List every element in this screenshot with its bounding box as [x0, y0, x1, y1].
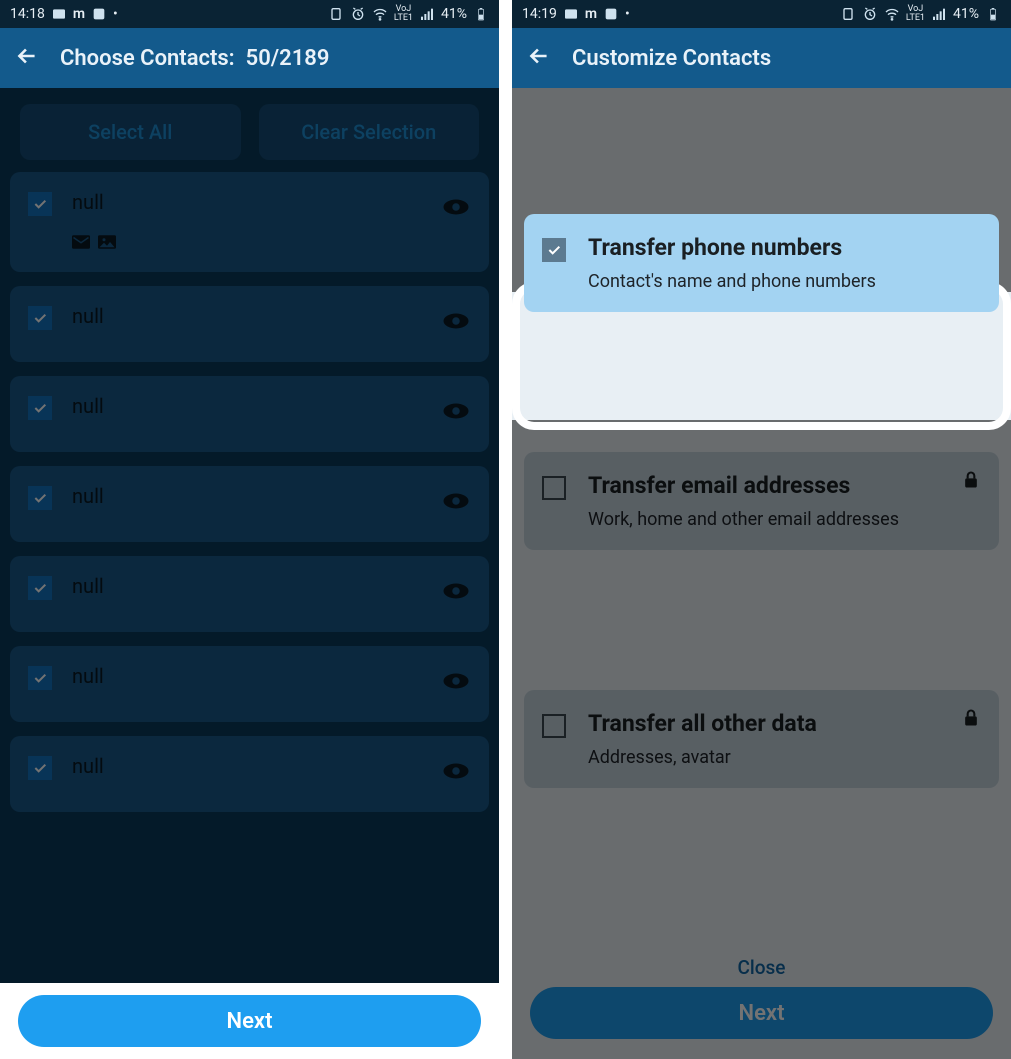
- main-body: Select All Clear Selection null null null n…: [0, 88, 499, 983]
- battery-icon: [985, 6, 1001, 22]
- checkbox[interactable]: [28, 666, 52, 690]
- lock-icon: [961, 708, 981, 732]
- contact-name: null: [72, 484, 104, 508]
- right-phone: 14:19 m • VoJLTE1 41% Customize Contacts…: [512, 0, 1011, 1059]
- contact-name: null: [72, 574, 104, 598]
- app-badge-icon: [91, 6, 107, 22]
- checkbox[interactable]: [28, 192, 52, 216]
- contact-card[interactable]: null: [10, 172, 489, 272]
- option-title: Transfer email addresses: [588, 472, 981, 499]
- checkbox[interactable]: [542, 476, 566, 500]
- option-card[interactable]: Transfer email addresses Work, home and o…: [524, 452, 999, 550]
- dot-indicator: •: [113, 6, 118, 22]
- checkbox[interactable]: [28, 756, 52, 780]
- next-button[interactable]: Next: [530, 987, 993, 1039]
- contact-card[interactable]: null: [10, 466, 489, 542]
- eye-icon[interactable]: [441, 576, 471, 596]
- checkbox[interactable]: [542, 238, 566, 262]
- app-bar: Customize Contacts: [512, 28, 1011, 88]
- eye-icon[interactable]: [441, 756, 471, 776]
- checkbox[interactable]: [28, 306, 52, 330]
- app-badge-icon: [603, 6, 619, 22]
- bottom-bar: Close Next: [512, 950, 1011, 1059]
- notif-icon: [328, 6, 344, 22]
- option-subtitle: Contact's name and phone numbers: [588, 271, 981, 292]
- lte-indicator: VoJLTE1: [906, 5, 925, 23]
- contact-card[interactable]: null: [10, 286, 489, 362]
- back-icon[interactable]: [14, 43, 40, 73]
- contact-card[interactable]: null: [10, 646, 489, 722]
- main-body: Transfer phone numbers Contact's name and…: [512, 88, 1011, 1059]
- checkbox[interactable]: [28, 576, 52, 600]
- close-button[interactable]: Close: [738, 956, 786, 979]
- eye-icon[interactable]: [441, 396, 471, 416]
- checkbox[interactable]: [28, 486, 52, 510]
- wifi-icon: [372, 6, 388, 22]
- wifi-icon: [884, 6, 900, 22]
- clear-selection-button[interactable]: Clear Selection: [259, 104, 480, 160]
- battery-text: 41%: [441, 6, 467, 22]
- image-icon: [51, 6, 67, 22]
- battery-text: 41%: [953, 6, 979, 22]
- checkbox[interactable]: [28, 396, 52, 420]
- contact-card[interactable]: null: [10, 376, 489, 452]
- left-phone: 14:18 m • VoJLTE1 41% Choose Contacts: 5…: [0, 0, 499, 1059]
- option-subtitle: Addresses, avatar: [588, 747, 981, 768]
- contact-name: null: [72, 190, 104, 214]
- checkbox[interactable]: [542, 714, 566, 738]
- contact-name: null: [72, 304, 104, 328]
- contact-name: null: [72, 754, 104, 778]
- m-indicator: m: [585, 6, 597, 22]
- lte-indicator: VoJLTE1: [394, 5, 413, 23]
- app-bar: Choose Contacts: 50/2189: [0, 28, 499, 88]
- alarm-icon: [862, 6, 878, 22]
- status-time: 14:18: [10, 6, 45, 22]
- status-bar: 14:18 m • VoJLTE1 41%: [0, 0, 499, 28]
- dot-indicator: •: [625, 6, 630, 22]
- next-button[interactable]: Next: [18, 995, 481, 1047]
- status-bar: 14:19 m • VoJLTE1 41%: [512, 0, 1011, 28]
- option-title: Transfer all other data: [588, 710, 981, 737]
- contact-card[interactable]: null: [10, 556, 489, 632]
- back-icon[interactable]: [526, 43, 552, 73]
- m-indicator: m: [73, 6, 85, 22]
- signal-icon: [931, 6, 947, 22]
- option-title: Transfer phone numbers: [588, 234, 981, 261]
- option-subtitle: Work, home and other email addresses: [588, 509, 981, 530]
- alarm-icon: [350, 6, 366, 22]
- battery-icon: [473, 6, 489, 22]
- status-time: 14:19: [522, 6, 557, 22]
- notif-icon: [840, 6, 856, 22]
- mail-icon: [72, 230, 90, 254]
- option-card[interactable]: Transfer all other data Addresses, avatar: [524, 690, 999, 788]
- eye-icon[interactable]: [441, 666, 471, 686]
- eye-icon[interactable]: [441, 486, 471, 506]
- eye-icon[interactable]: [441, 192, 471, 212]
- page-title: Choose Contacts: 50/2189: [60, 46, 329, 71]
- eye-icon[interactable]: [441, 306, 471, 326]
- image-icon: [563, 6, 579, 22]
- contact-name: null: [72, 394, 104, 418]
- bottom-bar: Next: [0, 983, 499, 1059]
- signal-icon: [419, 6, 435, 22]
- page-title: Customize Contacts: [572, 46, 771, 71]
- contact-card[interactable]: null: [10, 736, 489, 812]
- contact-name: null: [72, 664, 104, 688]
- option-card[interactable]: Transfer phone numbers Contact's name and…: [524, 214, 999, 312]
- select-all-button[interactable]: Select All: [20, 104, 241, 160]
- photo-icon: [98, 230, 116, 254]
- lock-icon: [961, 470, 981, 494]
